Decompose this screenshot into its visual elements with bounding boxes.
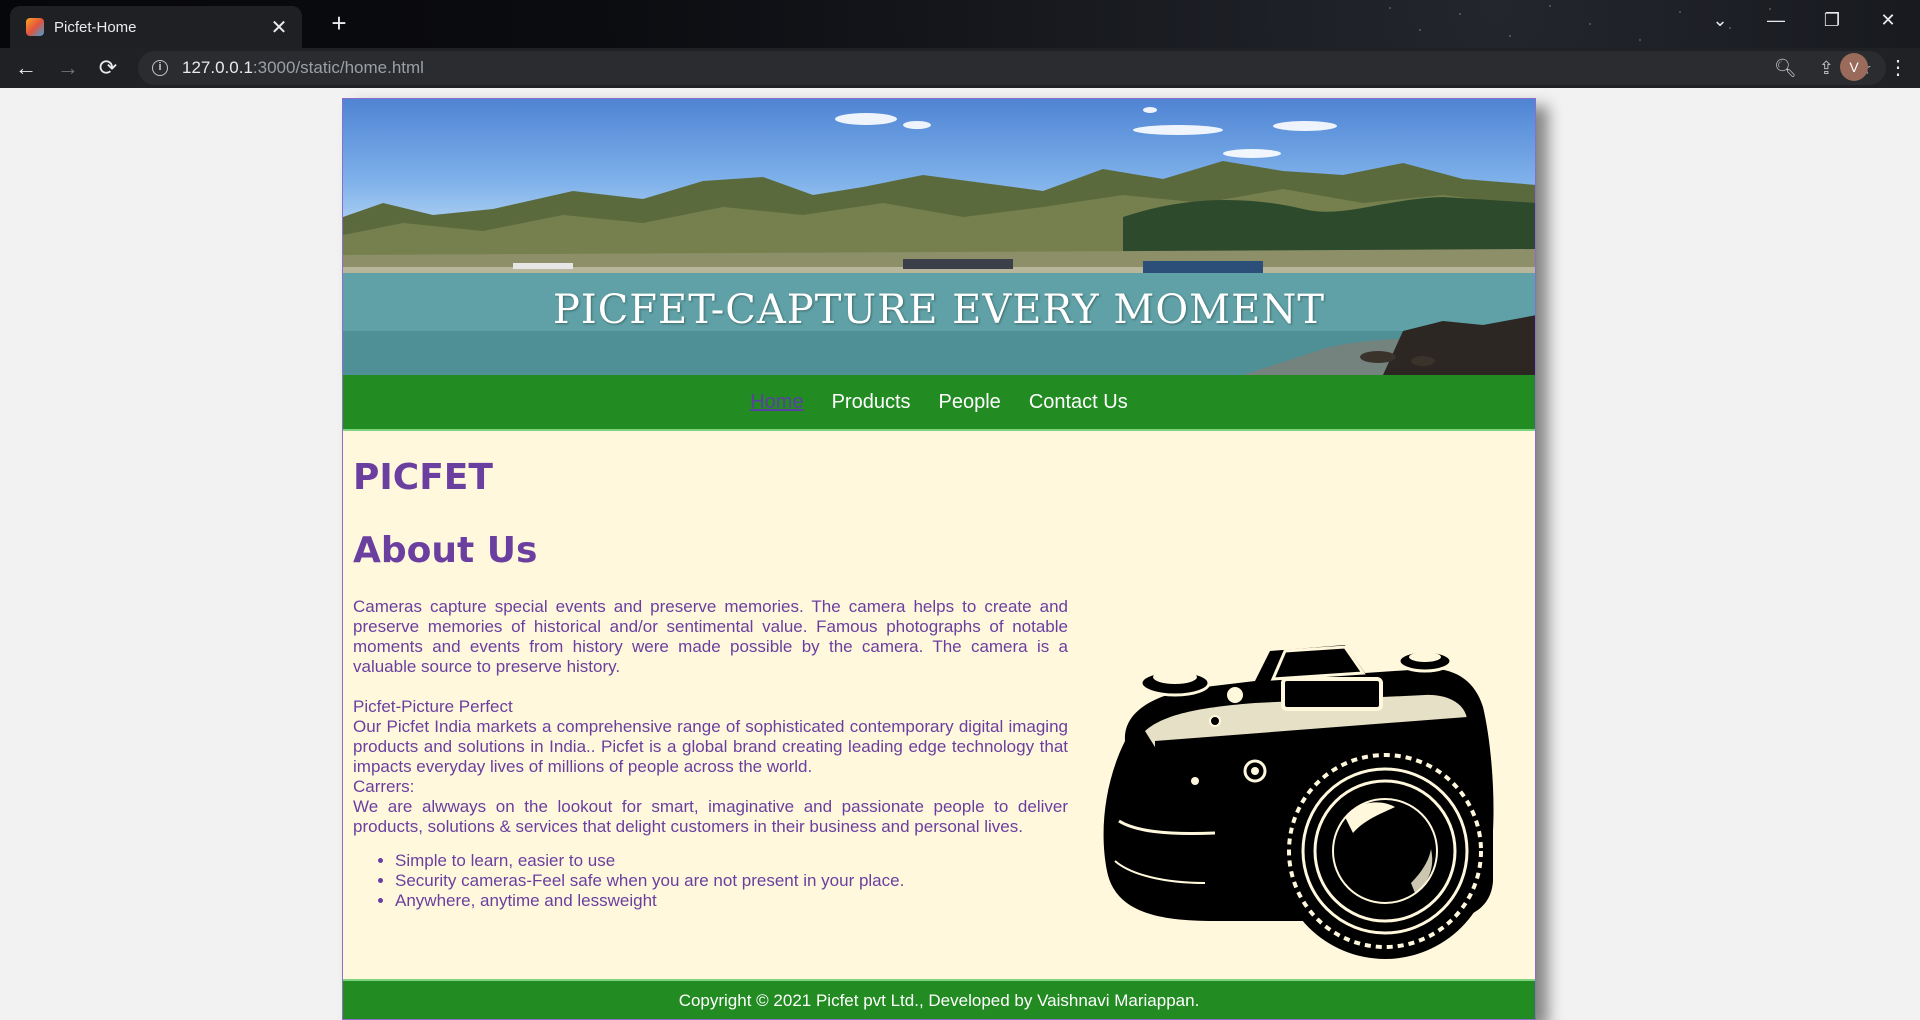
main-content: PICFET About Us Cameras capture special … — [343, 431, 1535, 981]
browser-tab-bar: Picfet-Home ✕ + ⌄ — ❐ ✕ — [0, 0, 1920, 48]
tagline: Picfet-Picture Perfect — [353, 697, 513, 716]
nav-link-people[interactable]: People — [939, 391, 1001, 414]
zoom-icon[interactable]: 🔍︎ — [1774, 58, 1797, 79]
list-item: Security cameras-Feel safe when you are … — [395, 871, 1068, 891]
share-icon[interactable]: ⇪ — [1819, 58, 1834, 79]
about-text: Cameras capture special events and prese… — [353, 597, 1068, 911]
browser-toolbar: ← → ⟳ i 127.0.0.1:3000/static/home.html … — [0, 48, 1920, 88]
about-paragraph: Cameras capture special events and prese… — [353, 597, 1068, 676]
back-arrow-icon[interactable]: ← — [10, 52, 42, 84]
features-list: Simple to learn, easier to use Security … — [395, 851, 1068, 911]
tab-search-chevron-down-icon[interactable]: ⌄ — [1692, 0, 1748, 40]
landscape-illustration — [343, 161, 1535, 375]
close-window-icon[interactable]: ✕ — [1860, 0, 1916, 40]
restore-icon[interactable]: ❐ — [1804, 0, 1860, 40]
new-tab-icon[interactable]: + — [322, 6, 356, 40]
page-footer: Copyright © 2021 Picfet pvt Ltd., Develo… — [343, 979, 1535, 1019]
minimize-icon[interactable]: — — [1748, 0, 1804, 40]
close-tab-icon[interactable]: ✕ — [268, 15, 290, 40]
camera-image — [1103, 645, 1494, 959]
careers-label: Carrers: — [353, 777, 415, 796]
profile-avatar[interactable]: V — [1840, 53, 1868, 81]
address-bar[interactable]: i 127.0.0.1:3000/static/home.html 🔍︎ ⇪ ☆ — [138, 51, 1886, 85]
url-path: :3000/static/home.html — [252, 58, 424, 77]
company-info: Picfet-Picture Perfect Our Picfet India … — [353, 697, 1068, 837]
reload-icon[interactable]: ⟳ — [92, 52, 124, 84]
brand-heading: PICFET — [353, 457, 493, 498]
tab-title: Picfet-Home — [54, 18, 137, 36]
list-item: Simple to learn, easier to use — [395, 851, 1068, 871]
careers-paragraph: We are alwways on the lookout for smart,… — [353, 797, 1068, 836]
list-item: Anywhere, anytime and lessweight — [395, 891, 1068, 911]
about-us-heading: About Us — [353, 530, 538, 571]
nav-link-home[interactable]: Home — [750, 391, 803, 414]
hero-title: PICFET-CAPTURE EVERY MOMENT — [552, 287, 1326, 333]
nav-link-contact-us[interactable]: Contact Us — [1029, 391, 1128, 414]
site-favicon-icon — [26, 18, 44, 36]
forward-arrow-icon[interactable]: → — [52, 52, 84, 84]
browser-menu-icon[interactable]: ⋮ — [1886, 52, 1910, 84]
page-container: PICFET-CAPTURE EVERY MOMENT Home Product… — [342, 98, 1536, 1020]
url-host: 127.0.0.1 — [182, 58, 253, 77]
nav-link-products[interactable]: Products — [832, 391, 911, 414]
site-info-icon[interactable]: i — [152, 60, 168, 76]
main-navigation: Home Products People Contact Us — [343, 375, 1535, 431]
hero-banner: PICFET-CAPTURE EVERY MOMENT — [343, 99, 1535, 375]
browser-tab[interactable]: Picfet-Home ✕ — [10, 6, 302, 48]
company-paragraph: Our Picfet India markets a comprehensive… — [353, 717, 1068, 776]
